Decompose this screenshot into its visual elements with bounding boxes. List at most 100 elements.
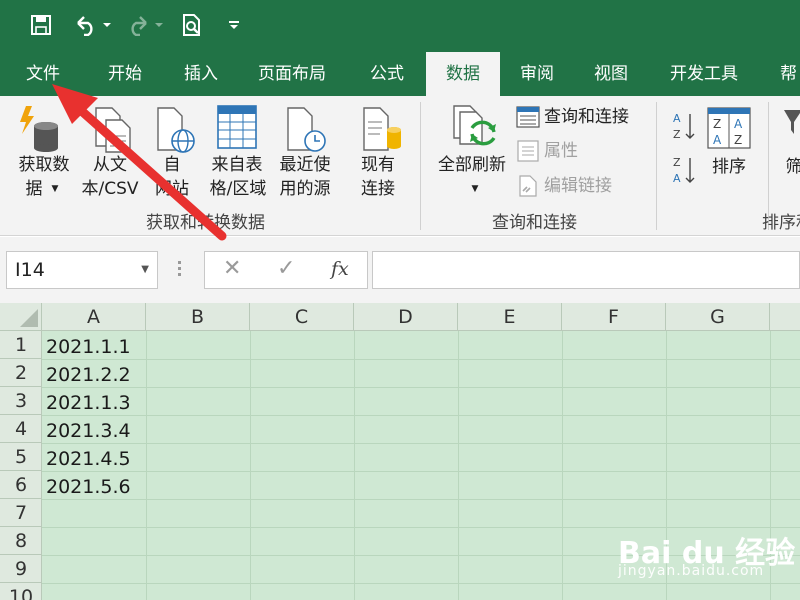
queries-connections-label: 查询和连接 bbox=[544, 107, 629, 127]
existing-connections-icon bbox=[363, 107, 401, 151]
recent-sources-label-1: 最近使 bbox=[279, 155, 331, 175]
cell-a6[interactable]: 2021.5.6 bbox=[42, 473, 131, 501]
column-header-d[interactable]: D bbox=[354, 303, 458, 331]
redo-icon[interactable] bbox=[124, 10, 152, 40]
name-box[interactable]: I14 ▼ bbox=[6, 251, 158, 289]
tab-help[interactable]: 帮 bbox=[780, 52, 797, 96]
svg-text:A: A bbox=[734, 117, 743, 131]
row-headers: 1 2 3 4 5 6 7 8 9 10 bbox=[0, 331, 42, 600]
svg-text:Z: Z bbox=[673, 156, 681, 169]
sort-ascending-icon: A Z bbox=[673, 112, 695, 141]
svg-text:A: A bbox=[673, 172, 681, 185]
from-web-label-2: 网站 bbox=[155, 179, 189, 199]
enter-icon[interactable]: ✓ bbox=[277, 256, 295, 281]
group-separator bbox=[656, 102, 657, 230]
text-file-icon bbox=[95, 107, 131, 153]
from-table-label-2: 格/区域 bbox=[209, 179, 267, 199]
cell-a4[interactable]: 2021.3.4 bbox=[42, 417, 131, 445]
sort-icon: Z A A Z bbox=[707, 107, 751, 149]
sort-descending-icon: Z A bbox=[673, 156, 695, 185]
row-header[interactable]: 8 bbox=[0, 527, 42, 555]
column-header-b[interactable]: B bbox=[146, 303, 250, 331]
cancel-icon[interactable]: ✕ bbox=[223, 256, 241, 281]
gridline bbox=[42, 387, 800, 388]
filter-label: 筛 bbox=[785, 157, 800, 177]
row-header[interactable]: 6 bbox=[0, 471, 42, 499]
tab-developer[interactable]: 开发工具 bbox=[670, 52, 738, 96]
tab-data[interactable]: 数据 bbox=[426, 52, 500, 96]
column-header-c[interactable]: C bbox=[250, 303, 354, 331]
formula-bar-grip-icon[interactable] bbox=[178, 261, 182, 279]
gridline bbox=[354, 331, 355, 600]
insert-function-icon[interactable]: fx bbox=[331, 258, 349, 280]
gridline bbox=[42, 359, 800, 360]
svg-text:A: A bbox=[713, 133, 722, 147]
edit-links-label: 编辑链接 bbox=[544, 176, 612, 196]
name-box-value: I14 bbox=[15, 259, 45, 281]
gridline bbox=[250, 331, 251, 600]
tab-review[interactable]: 审阅 bbox=[520, 52, 554, 96]
tab-view[interactable]: 视图 bbox=[594, 52, 628, 96]
undo-dropdown-icon[interactable] bbox=[101, 10, 113, 40]
row-header[interactable]: 5 bbox=[0, 443, 42, 471]
recent-sources-icon bbox=[287, 107, 326, 152]
column-header-a[interactable]: A bbox=[42, 303, 146, 331]
column-header-f[interactable]: F bbox=[562, 303, 666, 331]
customize-qat-icon[interactable] bbox=[226, 10, 242, 40]
cell-a1[interactable]: 2021.1.1 bbox=[42, 333, 131, 361]
formula-buttons: ✕ ✓ fx bbox=[204, 251, 368, 289]
edit-links-icon bbox=[519, 175, 537, 197]
redo-dropdown-icon[interactable] bbox=[153, 10, 165, 40]
column-header-g[interactable]: G bbox=[666, 303, 770, 331]
tab-page-layout[interactable]: 页面布局 bbox=[258, 52, 326, 96]
from-table-label-1: 来自表 bbox=[211, 155, 263, 175]
refresh-all-label: 全部刷新 bbox=[438, 155, 506, 175]
group-label-queries: 查询和连接 bbox=[492, 213, 577, 233]
row-header[interactable]: 2 bbox=[0, 359, 42, 387]
row-header[interactable]: 9 bbox=[0, 555, 42, 583]
svg-text:Z: Z bbox=[734, 133, 742, 147]
chevron-down-icon: ▼ bbox=[51, 184, 59, 194]
print-preview-icon[interactable] bbox=[178, 10, 206, 40]
from-text-label-1: 从文 bbox=[93, 155, 127, 175]
gridline bbox=[458, 331, 459, 600]
row-header[interactable]: 3 bbox=[0, 387, 42, 415]
row-header[interactable]: 10 bbox=[0, 583, 42, 600]
tab-insert[interactable]: 插入 bbox=[184, 52, 218, 96]
get-data-label-1: 获取数 bbox=[18, 155, 70, 175]
quick-access-toolbar bbox=[0, 0, 800, 52]
from-web-label-1: 自 bbox=[163, 155, 181, 175]
svg-text:Z: Z bbox=[673, 128, 681, 141]
column-headers: A B C D E F G bbox=[0, 303, 800, 331]
undo-icon[interactable] bbox=[72, 10, 100, 40]
watermark-url: jingyan.baidu.com bbox=[618, 563, 765, 579]
gridline bbox=[42, 583, 800, 584]
row-header[interactable]: 1 bbox=[0, 331, 42, 359]
tab-formulas[interactable]: 公式 bbox=[370, 52, 404, 96]
tab-home[interactable]: 开始 bbox=[108, 52, 142, 96]
gridline bbox=[562, 331, 563, 600]
formula-input[interactable] bbox=[372, 251, 800, 289]
column-header-e[interactable]: E bbox=[458, 303, 562, 331]
group-separator bbox=[420, 102, 421, 230]
tab-file[interactable]: 文件 bbox=[26, 52, 60, 96]
group-label-sort-filter: 排序和 bbox=[762, 213, 800, 233]
get-data-icon bbox=[20, 106, 58, 152]
web-icon bbox=[157, 107, 195, 153]
select-all-corner[interactable] bbox=[0, 303, 42, 331]
excel-window: { "qat": { "icons": ["save-icon", "undo-… bbox=[0, 0, 800, 600]
cell-a5[interactable]: 2021.4.5 bbox=[42, 445, 131, 473]
chevron-down-icon: ▼ bbox=[471, 184, 479, 194]
chevron-down-icon[interactable]: ▼ bbox=[141, 252, 149, 288]
row-header[interactable]: 7 bbox=[0, 499, 42, 527]
refresh-icon bbox=[453, 105, 496, 146]
gridline bbox=[42, 415, 800, 416]
ribbon-data: 获取数 据 ▼ 从文 本/CSV 自 网站 来自表 格/区域 最近使 用的源 现… bbox=[0, 96, 800, 236]
cell-a3[interactable]: 2021.1.3 bbox=[42, 389, 131, 417]
cell-a2[interactable]: 2021.2.2 bbox=[42, 361, 131, 389]
save-icon[interactable] bbox=[28, 10, 54, 40]
recent-sources-label-2: 用的源 bbox=[279, 179, 331, 199]
gridline bbox=[146, 331, 147, 600]
row-header[interactable]: 4 bbox=[0, 415, 42, 443]
table-icon bbox=[217, 105, 257, 149]
